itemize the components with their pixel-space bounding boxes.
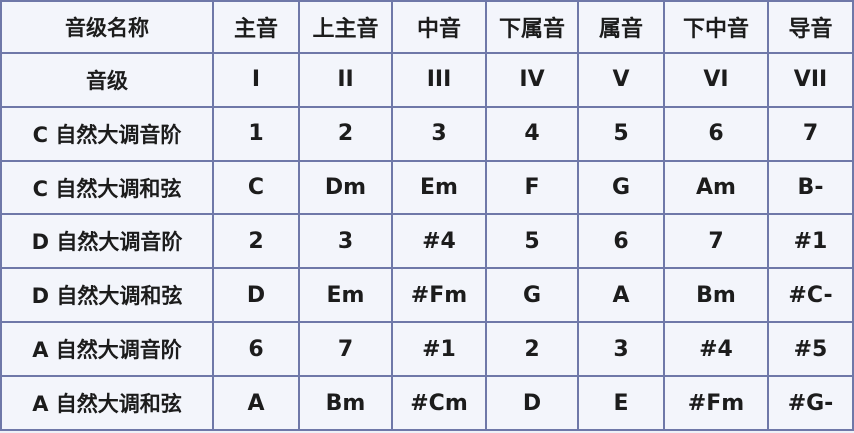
table-row: A 自然大调和弦 A Bm #Cm D E #Fm #G- bbox=[0, 375, 854, 431]
table-cell: Em bbox=[298, 267, 393, 324]
table-cell: E bbox=[577, 375, 665, 431]
table-cell: #Fm bbox=[391, 267, 487, 324]
table-cell: #1 bbox=[391, 321, 487, 378]
table-cell: I bbox=[212, 51, 300, 108]
table-cell: Bm bbox=[663, 267, 769, 324]
table-cell: III bbox=[391, 51, 487, 108]
table-cell: B- bbox=[767, 159, 854, 216]
table-cell: #Cm bbox=[391, 375, 487, 431]
header-cell-dominant: 属音 bbox=[577, 0, 665, 54]
table-cell: 6 bbox=[212, 321, 300, 378]
table-row: 音级 I II III IV V VI VII bbox=[0, 51, 854, 108]
header-cell-mediant: 中音 bbox=[391, 0, 487, 54]
table-cell: #G- bbox=[767, 375, 854, 431]
table-cell: G bbox=[485, 267, 579, 324]
table-cell: A bbox=[212, 375, 300, 431]
header-row: 音级名称 主音 上主音 中音 下属音 属音 下中音 导音 bbox=[0, 0, 854, 54]
table-cell: Dm bbox=[298, 159, 393, 216]
table-cell: 3 bbox=[298, 213, 393, 270]
table-cell: 7 bbox=[767, 105, 854, 162]
table-cell: 2 bbox=[298, 105, 393, 162]
header-cell-subdominant: 下属音 bbox=[485, 0, 579, 54]
header-cell-leading-tone: 导音 bbox=[767, 0, 854, 54]
table-cell: 7 bbox=[663, 213, 769, 270]
table-cell: #4 bbox=[663, 321, 769, 378]
table-cell: 1 bbox=[212, 105, 300, 162]
table-row: D 自然大调音阶 2 3 #4 5 6 7 #1 bbox=[0, 213, 854, 270]
table-cell: V bbox=[577, 51, 665, 108]
table-cell: 6 bbox=[663, 105, 769, 162]
row-label-cell: A 自然大调音阶 bbox=[0, 321, 214, 378]
table-cell: 6 bbox=[577, 213, 665, 270]
table-row: D 自然大调和弦 D Em #Fm G A Bm #C- bbox=[0, 267, 854, 324]
row-label-cell: 音级 bbox=[0, 51, 214, 108]
table-cell: G bbox=[577, 159, 665, 216]
table-row: C 自然大调和弦 C Dm Em F G Am B- bbox=[0, 159, 854, 216]
row-label-cell: C 自然大调和弦 bbox=[0, 159, 214, 216]
table-cell: IV bbox=[485, 51, 579, 108]
table-cell: Bm bbox=[298, 375, 393, 431]
row-label-cell: D 自然大调音阶 bbox=[0, 213, 214, 270]
table-cell: #Fm bbox=[663, 375, 769, 431]
table-cell: 5 bbox=[577, 105, 665, 162]
table-cell: Em bbox=[391, 159, 487, 216]
table-cell: VII bbox=[767, 51, 854, 108]
table-cell: D bbox=[212, 267, 300, 324]
row-label-cell: A 自然大调和弦 bbox=[0, 375, 214, 431]
header-label-cell: 音级名称 bbox=[0, 0, 214, 54]
scale-degree-table: 音级名称 主音 上主音 中音 下属音 属音 下中音 导音 音级 I II III… bbox=[0, 0, 854, 431]
table-row: A 自然大调音阶 6 7 #1 2 3 #4 #5 bbox=[0, 321, 854, 378]
table-cell: 4 bbox=[485, 105, 579, 162]
table-cell: Am bbox=[663, 159, 769, 216]
header-cell-supertonic: 上主音 bbox=[298, 0, 393, 54]
table-cell: II bbox=[298, 51, 393, 108]
header-cell-submediant: 下中音 bbox=[663, 0, 769, 54]
table-cell: 7 bbox=[298, 321, 393, 378]
table-cell: #4 bbox=[391, 213, 487, 270]
table-cell: #C- bbox=[767, 267, 854, 324]
table-cell: C bbox=[212, 159, 300, 216]
table-cell: 2 bbox=[485, 321, 579, 378]
table-cell: 5 bbox=[485, 213, 579, 270]
table-cell: F bbox=[485, 159, 579, 216]
table-cell: A bbox=[577, 267, 665, 324]
table-cell: 3 bbox=[577, 321, 665, 378]
table-cell: 2 bbox=[212, 213, 300, 270]
table-cell: #1 bbox=[767, 213, 854, 270]
row-label-cell: C 自然大调音阶 bbox=[0, 105, 214, 162]
row-label-cell: D 自然大调和弦 bbox=[0, 267, 214, 324]
table-cell: 3 bbox=[391, 105, 487, 162]
table-cell: D bbox=[485, 375, 579, 431]
table-cell: VI bbox=[663, 51, 769, 108]
header-cell-tonic: 主音 bbox=[212, 0, 300, 54]
table-row: C 自然大调音阶 1 2 3 4 5 6 7 bbox=[0, 105, 854, 162]
table-cell: #5 bbox=[767, 321, 854, 378]
scale-table-container: 音级名称 主音 上主音 中音 下属音 属音 下中音 导音 音级 I II III… bbox=[0, 0, 854, 433]
